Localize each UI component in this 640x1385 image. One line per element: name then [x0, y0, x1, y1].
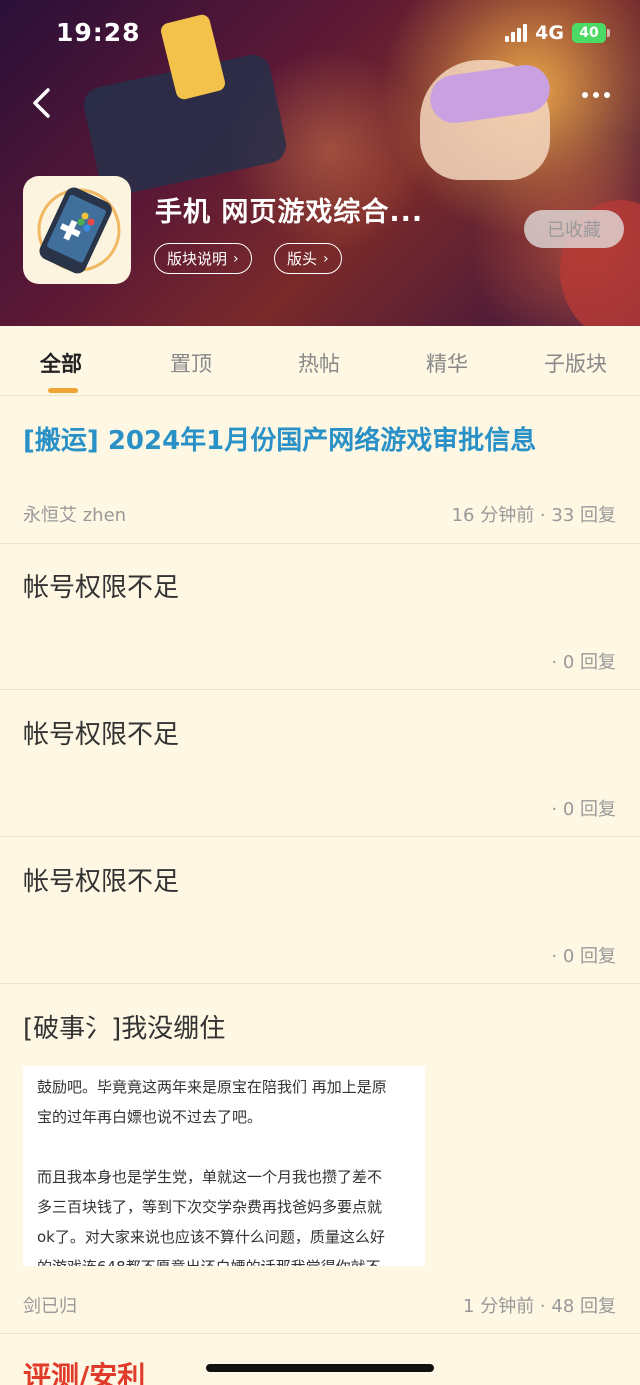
post-thumbnail[interactable]: 鼓励吧。毕竟竟这两年来是原宝在陪我们 再加上是原 宝的过年再白嫖也说不过去了吧。…	[23, 1066, 425, 1266]
thumbnail-text-line: ok了。对大家来说也应该不算什么问题，质量这么好	[37, 1228, 385, 1246]
battery-icon: 40	[572, 23, 610, 43]
post-meta: 1 分钟前 · 48 回复	[463, 1296, 616, 1317]
forum-header: 19:28 4G 40 手机 网页游戏综合... 版块说明 › 版头 › 已收藏	[0, 0, 640, 326]
network-label: 4G	[535, 22, 564, 44]
post-item[interactable]: [搬运] 2024年1月份国产网络游戏审批信息 永恒艾 zhen 16 分钟前 …	[0, 396, 640, 544]
post-meta: · 0 回复	[551, 799, 616, 820]
more-icon[interactable]	[582, 92, 610, 98]
post-author[interactable]: 永恒艾 zhen	[23, 501, 126, 527]
forum-logo	[23, 176, 131, 284]
tab-featured[interactable]: 精华	[426, 348, 468, 378]
post-title[interactable]: [破事氵]我没绷住	[23, 1008, 225, 1045]
post-title[interactable]: 帐号权限不足	[23, 714, 179, 751]
battery-level: 40	[572, 23, 606, 43]
thumbnail-text-line: 多三百块钱了，等到下次交学杂费再找爸妈多要点就	[37, 1198, 383, 1216]
status-indicators: 4G 40	[505, 22, 610, 44]
active-tab-indicator	[48, 388, 78, 393]
back-icon[interactable]	[28, 86, 58, 120]
next-post-title[interactable]: 评测/安利	[23, 1355, 145, 1385]
post-meta: · 0 回复	[551, 652, 616, 673]
forum-description-button[interactable]: 版块说明 ›	[154, 243, 252, 274]
chevron-right-icon: ›	[323, 250, 329, 267]
post-meta: 16 分钟前 · 33 回复	[451, 505, 616, 526]
post-item[interactable]: 帐号权限不足 · 0 回复	[0, 837, 640, 984]
post-title[interactable]: 帐号权限不足	[23, 861, 179, 898]
post-item[interactable]: 帐号权限不足 · 0 回复	[0, 544, 640, 690]
thumbnail-text-line: 的游戏连648都不愿意出还白嫖的话那我觉得你就不	[37, 1252, 411, 1266]
tab-subforums[interactable]: 子版块	[544, 348, 607, 378]
thumbnail-text-line: 鼓励吧。毕竟竟这两年来是原宝在陪我们 再加上是原	[37, 1078, 387, 1096]
thumbnail-text-line: 宝的过年再白嫖也说不过去了吧。	[37, 1108, 263, 1126]
chevron-right-icon: ›	[233, 250, 239, 267]
post-author[interactable]: 剑已归	[23, 1292, 77, 1318]
post-title[interactable]: [搬运] 2024年1月份国产网络游戏审批信息	[23, 420, 536, 457]
post-meta: · 0 回复	[551, 946, 616, 967]
post-title[interactable]: 帐号权限不足	[23, 567, 179, 604]
tab-all[interactable]: 全部	[40, 348, 82, 378]
forum-title: 手机 网页游戏综合...	[155, 197, 424, 228]
forum-header-button[interactable]: 版头 ›	[274, 243, 342, 274]
signal-icon	[505, 24, 528, 42]
favorite-button[interactable]: 已收藏	[524, 210, 624, 248]
forum-header-label: 版头	[287, 250, 318, 268]
tab-bar: 全部 置顶 热帖 精华 子版块	[0, 326, 640, 396]
post-item[interactable]: 帐号权限不足 · 0 回复	[0, 690, 640, 837]
thumbnail-text-line: 而且我本身也是学生党，单就这一个月我也攒了差不	[37, 1168, 383, 1186]
status-time: 19:28	[56, 18, 141, 47]
tab-pinned[interactable]: 置顶	[170, 348, 212, 378]
forum-description-label: 版块说明	[167, 250, 228, 268]
tab-hot[interactable]: 热帖	[298, 348, 340, 378]
home-indicator[interactable]	[206, 1364, 434, 1372]
